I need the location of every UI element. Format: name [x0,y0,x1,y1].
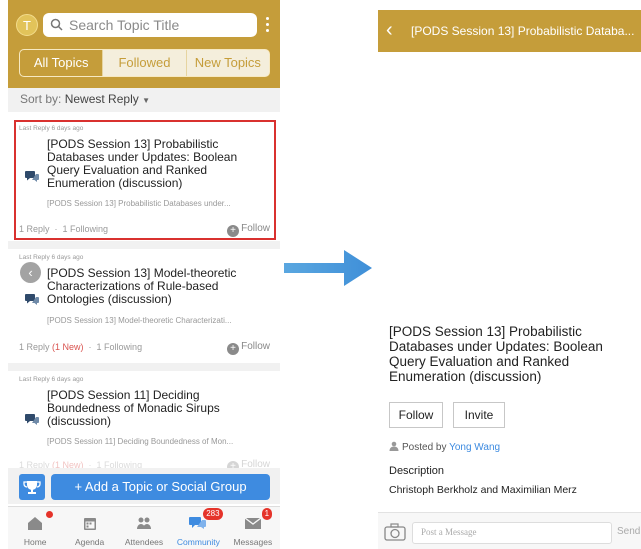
sort-value[interactable]: Newest Reply [65,92,139,106]
posted-by-prefix: Posted by [402,442,447,453]
selection-highlight [14,120,276,240]
follow-button[interactable]: + Follow [227,341,270,355]
bottom-tab-bar: Home Agenda Attendees 283 Community 1 Me… [8,506,280,549]
message-input[interactable]: Post a Message [412,522,612,544]
search-icon [50,18,63,31]
divider [8,363,280,371]
notification-dot [46,511,53,518]
invite-button[interactable]: Invite [453,402,505,428]
tab-new-topics[interactable]: New Topics [185,50,269,76]
tab-community[interactable]: 283 Community [171,507,225,549]
description-text: Christoph Berkholz and Maximilian Merz [389,484,577,496]
message-placeholder: Post a Message [421,527,477,537]
topic-heading: [PODS Session 13] Probabilistic Database… [389,324,603,384]
description-label: Description [389,465,445,477]
tab-followed[interactable]: Followed [102,50,185,76]
back-chevron-icon[interactable]: ‹ [386,19,393,42]
discussion-icon [25,414,39,425]
topic-detail-screen: ‹ [PODS Session 13] Probabilistic Databa… [378,0,641,549]
topic-stats: 1 Reply (1 New) · 1 Following [19,342,143,352]
topic-title[interactable]: [PODS Session 13] Model-theoretic Charac… [47,267,262,306]
list-item[interactable]: Last Reply 6 days ago [PODS Session 13] … [8,249,280,363]
transition-arrow-icon [284,250,372,286]
tab-messages[interactable]: 1 Messages [226,507,280,549]
detail-title: [PODS Session 13] Probabilistic Databa..… [411,24,635,38]
follow-button[interactable]: Follow [389,402,443,428]
topic-preview: [PODS Session 11] Deciding Boundedness o… [47,437,234,446]
search-placeholder: Search Topic Title [69,17,180,33]
envelope-icon [244,517,262,529]
camera-icon[interactable] [384,522,406,542]
reply-count: 1 Reply [19,342,50,352]
messages-badge: 1 [261,508,273,520]
topic-preview: [PODS Session 13] Model-theoretic Charac… [47,316,232,325]
add-topic-bar: + Add a Topic or Social Group [8,468,280,504]
send-button[interactable]: Send [617,526,640,537]
home-icon [28,517,43,530]
tab-label: Messages [233,537,273,547]
trophy-button[interactable] [19,474,45,500]
back-overlay-button[interactable]: ‹ [20,262,41,283]
message-bar: Post a Message Send [378,513,641,549]
plus-icon: + [227,343,240,355]
tab-label: Home [23,537,47,547]
discussion-icon [25,294,39,305]
trophy-icon [23,481,41,494]
tab-attendees[interactable]: Attendees [117,507,171,549]
people-icon [137,517,152,529]
tab-all-topics[interactable]: All Topics [20,50,103,76]
posted-by: Posted by Yong Wang [389,441,500,453]
topic-list-screen: T Search Topic Title All Topics Followed… [8,0,280,549]
last-reply-time: Last Reply 6 days ago [19,254,84,261]
add-topic-button[interactable]: + Add a Topic or Social Group [51,474,270,500]
more-menu-icon[interactable] [264,14,270,36]
sort-bar[interactable]: Sort by: Newest Reply ▼ [8,88,280,112]
following-count: 1 Following [96,342,143,352]
caret-down-icon: ▼ [142,96,150,105]
detail-header: ‹ [PODS Session 13] Probabilistic Databa… [378,10,641,52]
last-reply-time: Last Reply 6 days ago [19,376,84,383]
search-input[interactable]: Search Topic Title [43,13,257,37]
tab-agenda[interactable]: Agenda [62,507,116,549]
avatar[interactable]: T [16,14,38,36]
new-count: (1 New) [52,342,84,352]
community-badge: 283 [203,508,223,520]
tab-label: Agenda [74,537,105,547]
author-link[interactable]: Yong Wang [449,442,500,453]
list-item[interactable]: Last Reply 6 days ago [PODS Session 11] … [8,371,280,473]
divider [8,241,280,249]
tab-label: Community [176,537,220,547]
tab-home[interactable]: Home [8,507,62,549]
header-bar: T Search Topic Title All Topics Followed… [8,0,280,88]
follow-label: Follow [241,341,270,352]
topic-filter-tabs: All Topics Followed New Topics [19,49,270,77]
sort-prefix: Sort by: [20,92,62,106]
calendar-icon [83,518,96,530]
person-icon [389,441,399,451]
topic-title[interactable]: [PODS Session 11] Deciding Boundedness o… [47,389,262,428]
tab-label: Attendees [124,537,164,547]
